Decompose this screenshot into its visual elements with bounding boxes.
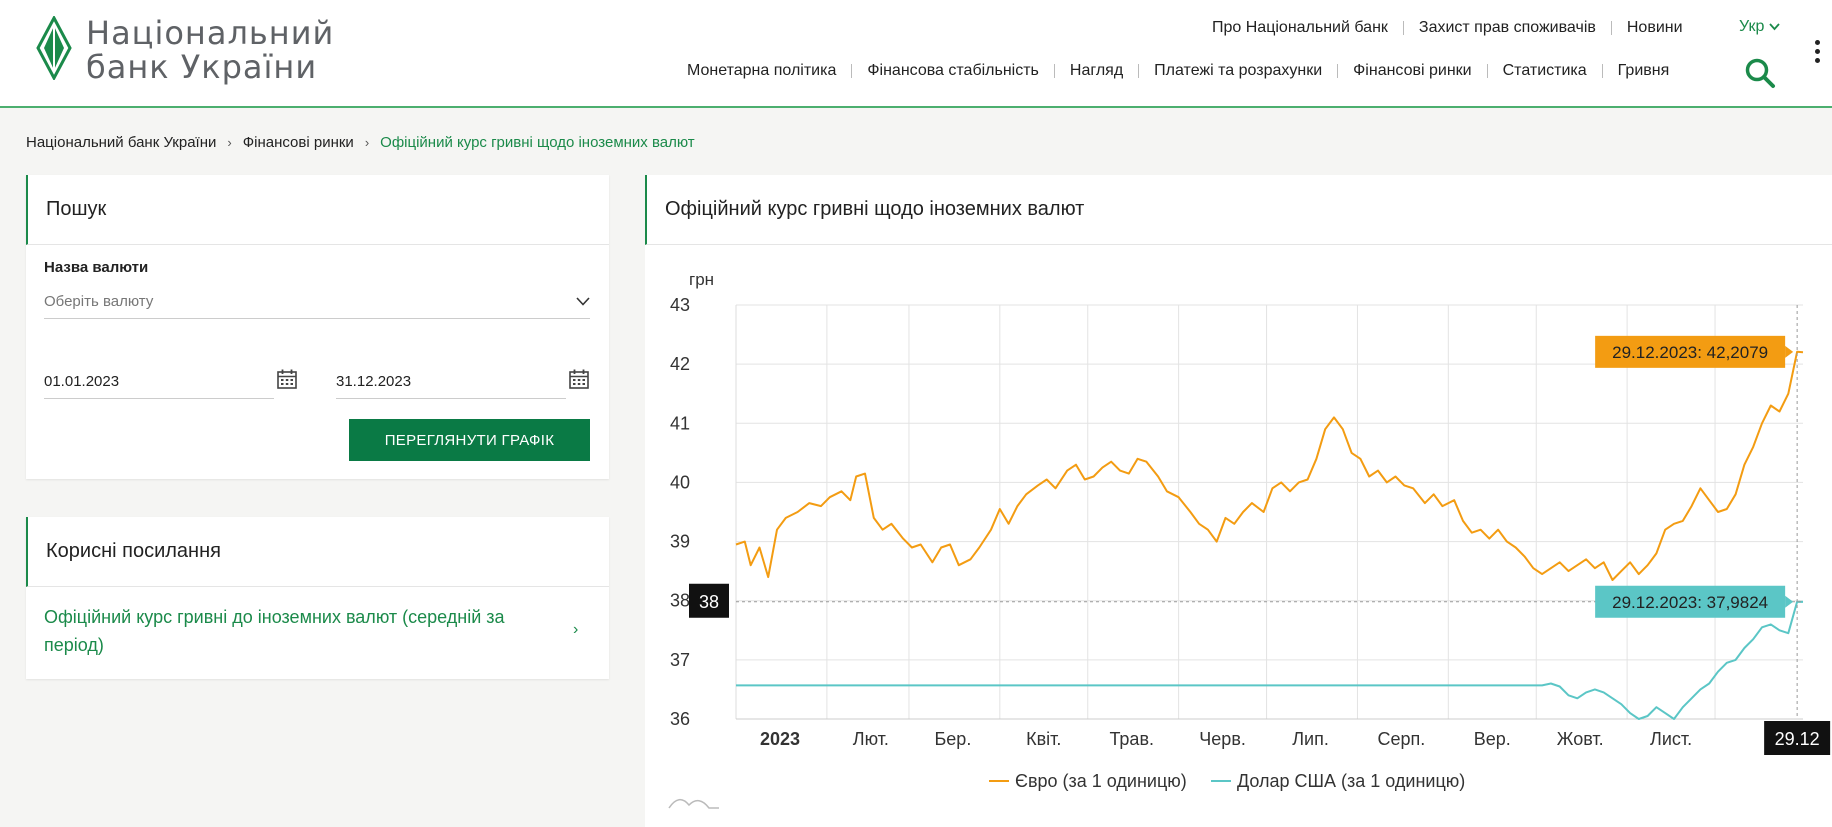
x-tick-label: Черв.	[1199, 729, 1246, 749]
euro-tooltip: 29.12.2023: 42,2079	[1612, 343, 1768, 362]
x-tick-label: Лист.	[1650, 729, 1692, 749]
y-tick-label: 42	[670, 354, 690, 374]
chevron-down-icon	[1769, 23, 1781, 31]
x-tick-label: Лют.	[853, 729, 889, 749]
breadcrumb-home[interactable]: Національний банк України	[26, 134, 216, 151]
currency-select[interactable]: Оберіть валюту	[44, 285, 590, 319]
logo-line-1: Національний	[86, 14, 335, 52]
nav-payments[interactable]: Платежі та розрахунки	[1139, 62, 1337, 80]
breadcrumb: Національний банк України › Фінансові ри…	[26, 134, 695, 151]
search-panel-title: Пошук	[26, 175, 609, 245]
navigator-icon	[668, 799, 719, 809]
x-tick-label: Трав.	[1109, 729, 1154, 749]
language-selector[interactable]: Укр	[1739, 18, 1781, 36]
view-chart-button[interactable]: ПЕРЕГЛЯНУТИ ГРАФІК	[349, 419, 590, 461]
exchange-rate-chart: 36 37 38 39 40 41 42 43 грн 2023 Лют. Бер. Квіт. Трав…	[668, 270, 1831, 809]
crosshair-x-label: 29.12	[1775, 729, 1820, 749]
nav-monetary-policy[interactable]: Монетарна політика	[672, 62, 851, 80]
average-rate-link[interactable]: Офіційний курс гривні до іноземних валют…	[44, 603, 544, 659]
top-nav: Про Національний банк Захист прав спожив…	[1197, 18, 1832, 38]
x-tick-label: Серп.	[1378, 729, 1426, 749]
x-tick-label: Бер.	[934, 729, 971, 749]
nbu-logo-icon	[36, 16, 72, 80]
nav-supervision[interactable]: Нагляд	[1055, 62, 1138, 80]
site-header: Національний банк України Про Національн…	[0, 0, 1832, 108]
calendar-icon[interactable]	[276, 368, 298, 390]
legend-usd-label: Долар США (за 1 одиницю)	[1237, 771, 1465, 791]
logo-line-2: банк України	[86, 48, 318, 86]
logo-text: Національний банк України	[86, 16, 334, 84]
euro-series-line	[735, 350, 1804, 581]
breadcrumb-financial-markets[interactable]: Фінансові ринки	[243, 134, 354, 151]
euro-tooltip-pointer	[1785, 345, 1794, 358]
y-tick-label: 40	[670, 472, 690, 492]
chevron-right-icon: ›	[573, 621, 579, 638]
topnav-news[interactable]: Новини	[1612, 19, 1698, 37]
x-tick-label: Квіт.	[1026, 729, 1061, 749]
y-axis-label: грн	[689, 270, 714, 289]
y-tick-label: 39	[670, 532, 690, 552]
chart-title: Офіційний курс гривні щодо іноземних вал…	[645, 175, 1832, 245]
main-nav: Монетарна політика Фінансова стабільніст…	[672, 61, 1684, 81]
breadcrumb-current: Офіційний курс гривні щодо іноземних вал…	[380, 134, 695, 151]
currency-placeholder: Оберіть валюту	[44, 293, 154, 310]
nav-hryvnia[interactable]: Гривня	[1603, 62, 1685, 80]
chevron-right-icon: ›	[364, 135, 370, 150]
nbu-logo[interactable]: Національний банк України	[36, 16, 334, 84]
calendar-icon[interactable]	[568, 368, 590, 390]
usd-tooltip-pointer	[1785, 595, 1794, 608]
chevron-right-icon: ›	[227, 135, 232, 150]
chart-panel: Офіційний курс гривні щодо іноземних вал…	[645, 175, 1832, 827]
chevron-down-icon	[576, 297, 590, 306]
x-tick-label: Вер.	[1474, 729, 1511, 749]
y-tick-label: 38	[670, 591, 690, 611]
usd-series-line	[736, 600, 1804, 720]
search-icon[interactable]	[1744, 57, 1776, 89]
language-label: Укр	[1739, 18, 1765, 35]
more-menu-icon[interactable]	[1815, 40, 1821, 67]
crosshair-y-label: 38	[699, 592, 719, 612]
date-to-field[interactable]: 31.12.2023	[336, 365, 566, 399]
useful-links-panel: Корисні посилання Офіційний курс гривні …	[26, 517, 609, 679]
legend-euro-label: Євро (за 1 одиницю)	[1015, 771, 1187, 791]
search-panel: Пошук Назва валюти Оберіть валюту 01.01.…	[26, 175, 609, 479]
nav-financial-markets[interactable]: Фінансові ринки	[1338, 62, 1486, 80]
nav-financial-stability[interactable]: Фінансова стабільність	[852, 62, 1054, 80]
date-from-field[interactable]: 01.01.2023	[44, 365, 274, 399]
y-tick-label: 43	[670, 295, 690, 315]
currency-label: Назва валюти	[44, 259, 149, 276]
x-tick-label: Жовт.	[1557, 729, 1604, 749]
nav-statistics[interactable]: Статистика	[1488, 62, 1602, 80]
y-tick-label: 37	[670, 650, 690, 670]
y-tick-label: 41	[670, 413, 690, 433]
useful-links-title: Корисні посилання	[26, 517, 609, 587]
usd-tooltip: 29.12.2023: 37,9824	[1612, 593, 1768, 612]
x-tick-label: 2023	[760, 729, 800, 749]
topnav-consumer-protection[interactable]: Захист прав споживачів	[1404, 19, 1611, 37]
x-tick-label: Лип.	[1292, 729, 1329, 749]
y-tick-label: 36	[670, 709, 690, 729]
topnav-about[interactable]: Про Національний банк	[1197, 19, 1403, 37]
